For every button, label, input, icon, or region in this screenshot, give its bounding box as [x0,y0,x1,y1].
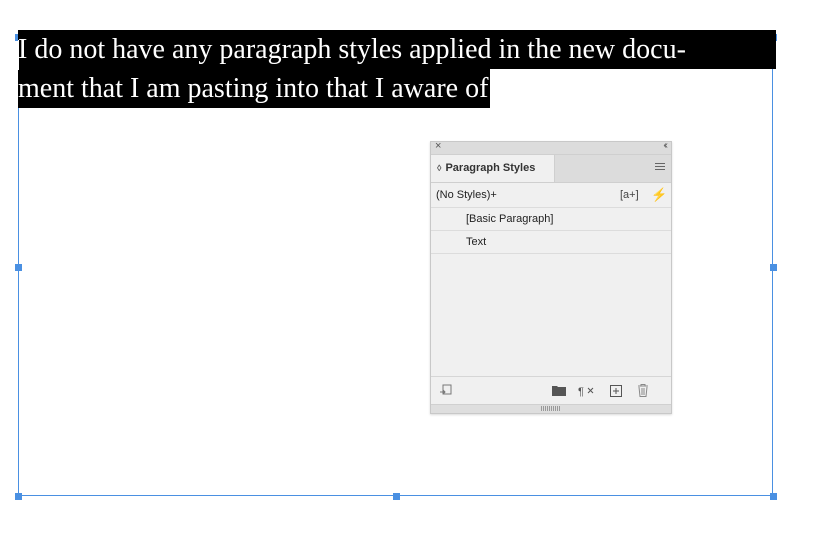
panel-menu-icon[interactable] [655,163,665,172]
panel-header[interactable]: × ‹‹ [431,140,671,155]
frame-handle-bottom-left[interactable] [15,493,22,500]
text-line-2: ment that I am pasting into that I aware… [18,69,778,108]
collapse-icon[interactable]: ‹‹ [663,140,667,151]
frame-handle-mid-right[interactable] [770,264,777,271]
trash-icon[interactable] [637,384,649,397]
style-list: [Basic Paragraph] Text [431,207,671,254]
selected-text[interactable]: I do not have any paragraph styles appli… [18,30,778,108]
close-icon[interactable]: × [435,140,441,152]
resize-grip[interactable] [431,404,671,413]
panel-footer: ¶ [431,376,671,405]
frame-handle-mid-left[interactable] [15,264,22,271]
frame-handle-bottom-center[interactable] [393,493,400,500]
current-style-label: (No Styles)+ [436,189,497,201]
tab-arrows-icon: ◊ [437,163,442,173]
text-cursor [18,40,19,70]
tab-paragraph-styles[interactable]: ◊ Paragraph Styles [431,155,555,182]
list-item[interactable]: [Basic Paragraph] [431,208,671,231]
tab-label: Paragraph Styles [445,162,536,174]
paragraph-styles-panel: × ‹‹ ◊ Paragraph Styles (No Styles)+ [a+]… [430,140,672,414]
quick-apply-icon[interactable]: ⚡ [651,183,667,207]
list-item[interactable]: Text [431,231,671,254]
load-styles-icon[interactable] [439,384,453,398]
new-style-icon[interactable] [610,385,622,397]
text-line-1: I do not have any paragraph styles appli… [18,30,778,69]
frame-handle-bottom-right[interactable] [770,493,777,500]
svg-text:¶: ¶ [578,386,584,398]
current-style-row: (No Styles)+ [a+] ⚡ [431,183,671,207]
create-style-icon[interactable]: [a+] [620,183,639,207]
panel-tabbar: ◊ Paragraph Styles [431,155,671,183]
clear-overrides-icon[interactable]: ¶ [578,384,596,398]
folder-icon[interactable] [552,385,566,396]
